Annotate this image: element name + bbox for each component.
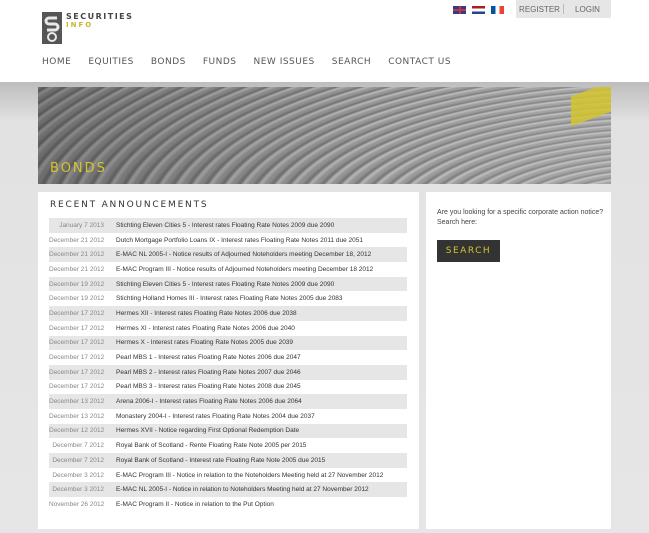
announcement-date: December 12 2012 (49, 427, 105, 435)
list-item[interactable]: December 7 2012 Royal Bank of Scotland - … (49, 453, 407, 468)
announcement-date: December 21 2012 (49, 265, 105, 273)
list-item[interactable]: December 21 2012 E-MAC Program III - Noti… (49, 262, 407, 277)
list-item[interactable]: December 3 2012 E-MAC NL 2005-I - Notice … (49, 482, 407, 498)
announcement-date: November 26 2012 (49, 500, 105, 508)
announcement-title-link[interactable]: Stichting Eleven Cities 5 - Interest rat… (116, 222, 334, 229)
announcements-panel: RECENT ANNOUNCEMENTS January 7 2013 Stich… (38, 192, 419, 529)
announcements-heading: RECENT ANNOUNCEMENTS (50, 200, 209, 210)
logo-text: SECURITIES (66, 12, 134, 21)
announcement-date: December 13 2012 (49, 398, 105, 406)
logo-mark-icon (42, 12, 62, 44)
announcement-title-link[interactable]: Royal Bank of Scotland - Interest rate F… (116, 457, 325, 464)
list-item[interactable]: December 13 2012 Arena 2006-I - Interest … (49, 394, 407, 409)
nav-contact-us[interactable]: CONTACT US (388, 57, 451, 67)
announcement-title-link[interactable]: Hermes X - Interest rates Floating Rate … (116, 339, 293, 346)
list-item[interactable]: December 12 2012 Hermes XVII - Notice reg… (49, 423, 407, 439)
announcement-title-link[interactable]: Stichting Eleven Cities 5 - Interest rat… (116, 281, 334, 288)
nav-funds[interactable]: FUNDS (203, 57, 237, 67)
list-item[interactable]: December 17 2012 Hermes XII - Interest ra… (49, 306, 407, 321)
list-item[interactable]: December 17 2012 Pearl MBS 1 - Interest r… (49, 350, 407, 365)
announcement-title-link[interactable]: Stichting Holland Homes III - Interest r… (116, 295, 343, 302)
announcement-title-link[interactable]: Dutch Mortgage Portfolio Loans IX - Inte… (116, 237, 363, 244)
main-nav: HOME EQUITIES BONDS FUNDS NEW ISSUES SEA… (42, 57, 468, 67)
logo-subtext: INFO (66, 21, 94, 29)
list-item[interactable]: December 21 2012 Dutch Mortgage Portfolio… (49, 233, 407, 248)
announcement-title-link[interactable]: Pearl MBS 3 - Interest rates Floating Ra… (116, 383, 301, 390)
flag-nl-icon[interactable] (472, 6, 485, 14)
announcement-title-link[interactable]: E-MAC Program II - Notice in relation to… (116, 501, 274, 508)
announcement-title-link[interactable]: Royal Bank of Scotland - Rente Floating … (116, 442, 306, 449)
page-title: BONDS (50, 161, 107, 176)
site-logo[interactable]: SECURITIES INFO (42, 12, 132, 44)
announcement-title-link[interactable]: Hermes XVII - Notice regarding First Opt… (116, 427, 299, 434)
nav-search[interactable]: SEARCH (332, 57, 371, 67)
announcement-title-link[interactable]: E-MAC NL 2005-I - Notice results of Adjo… (116, 251, 371, 258)
announcement-date: December 19 2012 (49, 280, 105, 288)
nav-home[interactable]: HOME (42, 57, 71, 67)
announcement-title-link[interactable]: Arena 2006-I - Interest rates Floating R… (116, 398, 302, 405)
nav-bonds[interactable]: BONDS (151, 57, 186, 67)
login-link[interactable]: LOGIN (564, 5, 611, 14)
nav-equities[interactable]: EQUITIES (88, 57, 134, 67)
announcement-date: December 17 2012 (49, 383, 105, 391)
hero-banner: BONDS (38, 87, 611, 184)
announcement-date: December 17 2012 (49, 339, 105, 347)
flag-fr-icon[interactable] (491, 6, 504, 14)
announcement-date: December 17 2012 (49, 324, 105, 332)
list-item[interactable]: January 7 2013 Stichting Eleven Cities 5 … (49, 218, 407, 233)
flag-uk-icon[interactable] (453, 6, 466, 14)
announcement-date: December 17 2012 (49, 309, 105, 317)
list-item[interactable]: December 3 2012 E-MAC Program III - Notic… (49, 468, 407, 483)
announcement-date: December 3 2012 (52, 471, 104, 479)
announcement-date: December 7 2012 (52, 456, 104, 464)
auth-bar: REGISTER LOGIN (516, 0, 611, 18)
announcement-date: December 13 2012 (49, 412, 105, 420)
language-selector (453, 6, 504, 14)
list-item[interactable]: December 17 2012 Hermes XI - Interest rat… (49, 321, 407, 336)
list-item[interactable]: December 17 2012 Pearl MBS 3 - Interest r… (49, 380, 407, 395)
announcement-date: December 3 2012 (52, 486, 104, 494)
top-bar: SECURITIES INFO REGISTER LOGIN HOME EQUI… (0, 0, 649, 82)
announcement-date: December 21 2012 (49, 236, 105, 244)
list-item[interactable]: December 19 2012 Stichting Eleven Cities … (49, 276, 407, 292)
announcement-date: December 17 2012 (49, 368, 105, 376)
announcement-title-link[interactable]: E-MAC NL 2005-I - Notice in relation to … (116, 486, 369, 493)
register-link[interactable]: REGISTER (516, 5, 563, 14)
hero-shade (38, 87, 611, 184)
announcement-title-link[interactable]: Hermes XII - Interest rates Floating Rat… (116, 310, 297, 317)
list-item[interactable]: December 7 2012 Royal Bank of Scotland - … (49, 438, 407, 453)
announcement-title-link[interactable]: Pearl MBS 2 - Interest rates Floating Ra… (116, 369, 301, 376)
list-item[interactable]: December 21 2012 E-MAC NL 2005-I - Notice… (49, 247, 407, 263)
announcement-title-link[interactable]: Pearl MBS 1 - Interest rates Floating Ra… (116, 354, 301, 361)
announcement-title-link[interactable]: E-MAC Program III - Notice results of Ad… (116, 266, 373, 273)
announcement-date: December 19 2012 (49, 295, 105, 303)
list-item[interactable]: December 19 2012 Stichting Holland Homes … (49, 291, 407, 306)
list-item[interactable]: November 26 2012 E-MAC Program II - Notic… (49, 497, 407, 512)
list-item[interactable]: December 17 2012 Hermes X - Interest rate… (49, 335, 407, 351)
list-item[interactable]: December 13 2012 Monastery 2004-I - Inter… (49, 409, 407, 424)
nav-new-issues[interactable]: NEW ISSUES (254, 57, 315, 67)
announcement-title-link[interactable]: Hermes XI - Interest rates Floating Rate… (116, 325, 295, 332)
announcements-list: January 7 2013 Stichting Eleven Cities 5 … (49, 218, 407, 512)
announcement-title-link[interactable]: E-MAC Program III - Notice in relation t… (116, 472, 383, 479)
announcement-date: December 7 2012 (52, 442, 104, 450)
list-item[interactable]: December 17 2012 Pearl MBS 2 - Interest r… (49, 364, 407, 380)
search-button[interactable]: SEARCH (437, 240, 500, 262)
search-prompt: Are you looking for a specific corporate… (437, 209, 604, 226)
announcement-date: December 17 2012 (49, 354, 105, 362)
search-panel: Are you looking for a specific corporate… (426, 192, 611, 529)
announcement-date: December 21 2012 (49, 251, 105, 259)
announcement-date: January 7 2013 (59, 221, 104, 229)
announcement-title-link[interactable]: Monastery 2004-I - Interest rates Floati… (116, 413, 315, 420)
